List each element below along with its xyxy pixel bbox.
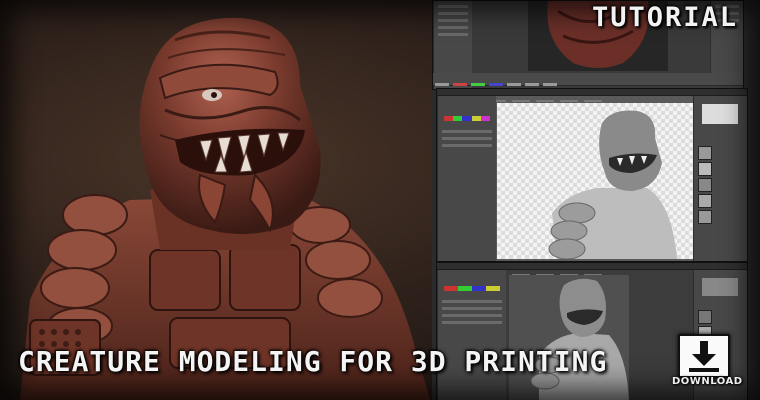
download-button[interactable]: DOWNLOAD [672, 334, 743, 392]
tutorial-banner: TUTORIAL CREATURE MODELING FOR 3D PRINTI… [0, 0, 760, 400]
editor-canvas[interactable] [497, 103, 693, 260]
download-arrow-icon [689, 341, 719, 372]
editor-tools-panel[interactable] [437, 96, 496, 261]
editor-tools-panel-2[interactable] [437, 270, 506, 400]
image-editor-screenshot [436, 88, 748, 262]
grey-creature-render [548, 110, 677, 260]
download-icon-box [678, 334, 730, 378]
download-label: DOWNLOAD [672, 376, 743, 387]
editor-menubar[interactable] [437, 89, 747, 102]
sculpt-toolbar[interactable] [433, 73, 743, 86]
editor-menubar-2[interactable] [437, 263, 747, 276]
tutorial-label: TUTORIAL [591, 2, 738, 33]
editor-layers-panel[interactable] [693, 96, 747, 261]
banner-title: CREATURE MODELING FOR 3D PRINTING [18, 345, 608, 378]
creature-bust-render [20, 17, 430, 400]
grey-creature-photo [509, 275, 629, 400]
